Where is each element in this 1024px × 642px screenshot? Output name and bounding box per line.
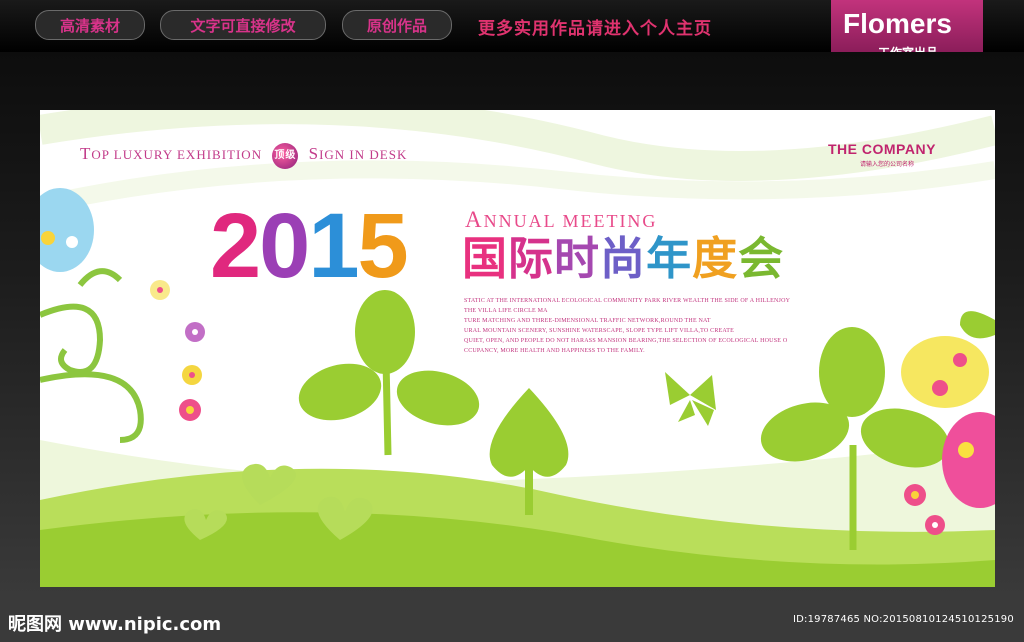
body-line: THE VILLA LIFE CIRCLE MA	[464, 308, 548, 314]
homepage-promo-link[interactable]: 更多实用作品请进入个人主页	[478, 14, 712, 39]
body-line: CCUPANCY, MORE HEALTH AND HAPPINESS TO T…	[464, 348, 645, 354]
company-placeholder: 请输入您的公司名称	[860, 161, 915, 168]
hd-material-button[interactable]: 高清素材	[35, 10, 145, 40]
tagline-part-2: IGN IN DESK	[319, 146, 408, 162]
body-paragraph: STATIC AT THE INTERNATIONAL ECOLOGICAL C…	[464, 296, 824, 356]
title-char: 时	[554, 232, 601, 285]
brand-logo-title: Flomers	[843, 8, 952, 39]
company-name: THE COMPANY	[828, 141, 936, 157]
annual-meeting-heading: ANNUAL MEETING	[465, 207, 657, 233]
top-level-badge: 顶级	[272, 143, 299, 169]
chinese-title: 国际时尚年度会	[462, 234, 784, 284]
annual-meeting-banner: TOP LUXURY EXHIBITION 顶级 SIGN IN DESK TH…	[40, 110, 995, 587]
body-line: QUIET, OPEN, AND PEOPLE DO NOT HARASS MA…	[464, 338, 788, 344]
image-id-watermark: ID:19787465 NO:20150810124510125190	[793, 614, 1014, 625]
annual-cap: A	[465, 207, 484, 232]
annual-rest: NNUAL MEETING	[483, 211, 658, 231]
title-char: 尚	[600, 232, 647, 285]
title-char: 际	[508, 232, 555, 285]
body-line: TURE MATCHING AND THREE-DIMENSIONAL TRAF…	[464, 318, 711, 324]
tagline: TOP LUXURY EXHIBITION 顶级 SIGN IN DESK	[80, 143, 407, 169]
editable-text-button[interactable]: 文字可直接修改	[160, 10, 326, 40]
year-title: 2015	[210, 200, 409, 292]
tagline-part-1: OP LUXURY EXHIBITION	[91, 146, 263, 162]
tagline-cap-1: T	[80, 143, 92, 163]
original-work-button[interactable]: 原创作品	[342, 10, 452, 40]
tagline-cap-2: S	[308, 143, 320, 163]
year-digit: 2	[210, 195, 261, 297]
year-digit: 5	[357, 195, 409, 297]
body-line: URAL MOUNTAIN SCENERY, SUNSHINE WATERSCA…	[464, 328, 734, 334]
body-line: STATIC AT THE INTERNATIONAL ECOLOGICAL C…	[464, 298, 791, 304]
vine-swirl-icon	[40, 268, 144, 443]
site-watermark: 昵图网 www.nipic.com	[8, 614, 222, 635]
egg-yellow-icon	[901, 336, 989, 408]
title-char: 会	[738, 232, 785, 285]
butterfly-icon	[665, 372, 716, 426]
title-char: 国	[462, 232, 509, 285]
title-char: 度	[692, 232, 739, 285]
year-digit: 1	[308, 195, 359, 297]
title-char: 年	[646, 232, 693, 285]
clover-left-icon	[298, 290, 480, 456]
year-digit: 0	[259, 195, 310, 297]
